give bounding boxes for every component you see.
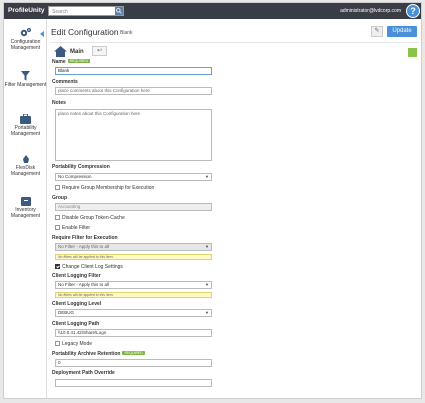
require-filter-select[interactable]: No Filter - Apply this to all ▼ bbox=[55, 243, 212, 251]
require-group-membership-label: Require Group Membership for Execution bbox=[62, 185, 155, 191]
comments-field[interactable]: place comments about this Configuration … bbox=[55, 87, 212, 95]
change-client-log-checkbox[interactable]: Change Client Log Settings bbox=[55, 264, 123, 270]
briefcase-icon bbox=[20, 114, 31, 124]
app-window: ProfileUnity Search administrator@lvdcor… bbox=[3, 2, 422, 399]
search-icon[interactable] bbox=[115, 7, 123, 15]
name-field[interactable]: Blank bbox=[55, 67, 212, 75]
require-filter-value: No Filter - Apply this to all bbox=[58, 244, 110, 249]
require-group-membership-checkbox[interactable]: Require Group Membership for Execution bbox=[55, 185, 154, 191]
grid-view-icon[interactable] bbox=[408, 48, 417, 57]
gears-icon bbox=[20, 28, 31, 37]
divider bbox=[51, 42, 419, 43]
chevron-down-icon: ▼ bbox=[205, 174, 209, 179]
legacy-mode-checkbox[interactable]: Legacy Mode bbox=[55, 341, 92, 347]
legacy-mode-label: Legacy Mode bbox=[62, 341, 93, 347]
back-button[interactable]: ↩ bbox=[92, 46, 107, 56]
portability-compression-value: No Compression bbox=[58, 174, 92, 179]
name-label-text: Name bbox=[52, 59, 66, 65]
change-client-log-label: Change Client Log Settings bbox=[62, 264, 123, 270]
require-filter-warning: No filters will be applied to this item. bbox=[55, 254, 212, 260]
portability-archive-label-text: Portability Archive Retention bbox=[52, 351, 121, 357]
name-label: Name REQUIRED bbox=[52, 59, 91, 65]
required-badge: REQUIRED bbox=[67, 59, 91, 63]
top-bar: ProfileUnity Search administrator@lvdcor… bbox=[4, 3, 421, 19]
portability-compression-select[interactable]: No Compression ▼ bbox=[55, 173, 212, 181]
checkbox-box[interactable] bbox=[55, 185, 60, 190]
enable-filter-label: Enable Filter bbox=[62, 225, 91, 231]
checkbox-box[interactable] bbox=[55, 341, 60, 346]
client-logging-level-label: Client Logging Level bbox=[52, 301, 102, 307]
client-logging-filter-value: No Filter - Apply this to all bbox=[58, 282, 110, 287]
client-logging-filter-warning: No filters will be applied to this item. bbox=[55, 292, 212, 298]
tab-main[interactable]: Main bbox=[70, 49, 84, 55]
comments-label: Comments bbox=[52, 79, 78, 85]
portability-archive-label: Portability Archive Retention REQUIRED bbox=[52, 351, 145, 357]
search-input[interactable]: Search bbox=[48, 6, 124, 16]
checkbox-box[interactable] bbox=[55, 264, 60, 269]
deployment-path-field[interactable] bbox=[55, 379, 212, 387]
client-logging-level-value: DEBUG bbox=[58, 310, 75, 315]
filter-icon bbox=[21, 71, 30, 81]
client-logging-path-field[interactable]: \\10.0.41.42\Share\Logs bbox=[55, 329, 212, 337]
user-email[interactable]: administrator@lvdcorp.com bbox=[340, 8, 401, 14]
sidebar-item-flexdisk[interactable]: FlexDisk Management bbox=[4, 155, 47, 177]
sidebar-item-configuration[interactable]: Configuration Management bbox=[4, 27, 47, 51]
notes-label: Notes bbox=[52, 100, 66, 106]
deployment-path-label: Deployment Path Override bbox=[52, 370, 115, 376]
client-logging-level-select[interactable]: DEBUG ▼ bbox=[55, 309, 212, 317]
page-title: Edit Configuration bbox=[51, 27, 119, 37]
group-field[interactable]: Accounting bbox=[55, 203, 212, 211]
sidebar-item-label: Inventory Management bbox=[10, 207, 41, 219]
checkbox-box[interactable] bbox=[55, 225, 60, 230]
disable-group-token-label: Disable Group Token-Cache bbox=[62, 215, 125, 221]
notes-field[interactable]: place notes about this Configuration her… bbox=[55, 109, 212, 161]
config-name-subtitle: Blank bbox=[120, 30, 133, 36]
sidebar-item-label: Portability Management bbox=[10, 125, 41, 137]
sidebar-item-filter[interactable]: Filter Management bbox=[4, 71, 47, 88]
chevron-down-icon: ▼ bbox=[205, 282, 209, 287]
group-label: Group bbox=[52, 195, 67, 201]
disable-group-token-checkbox[interactable]: Disable Group Token-Cache bbox=[55, 215, 125, 221]
flexdisk-icon bbox=[22, 155, 29, 163]
pin-button[interactable]: ✎ bbox=[371, 26, 383, 37]
sidebar-item-label: Filter Management bbox=[4, 82, 47, 88]
client-logging-filter-select[interactable]: No Filter - Apply this to all ▼ bbox=[55, 281, 212, 289]
sidebar-item-portability[interactable]: Portability Management bbox=[4, 114, 47, 137]
required-badge: REQUIRED bbox=[122, 351, 145, 355]
require-filter-label: Require Filter for Execution bbox=[52, 235, 118, 241]
chevron-down-icon: ▼ bbox=[205, 244, 209, 249]
sidebar-item-label: Configuration Management bbox=[10, 39, 41, 51]
client-logging-filter-label: Client Logging Filter bbox=[52, 273, 101, 279]
checkbox-box[interactable] bbox=[55, 215, 60, 220]
brand-logo: ProfileUnity bbox=[8, 7, 45, 14]
client-logging-path-label: Client Logging Path bbox=[52, 321, 100, 327]
home-icon[interactable] bbox=[54, 46, 67, 57]
portability-archive-field[interactable]: 0 bbox=[55, 359, 212, 367]
sidebar-item-inventory[interactable]: Inventory Management bbox=[4, 197, 47, 219]
portability-compression-label: Portability Compression bbox=[52, 164, 110, 170]
search-placeholder: Search bbox=[52, 9, 68, 15]
sidebar: Configuration Management Filter Manageme… bbox=[4, 19, 47, 398]
enable-filter-checkbox[interactable]: Enable Filter bbox=[55, 225, 90, 231]
inventory-icon bbox=[20, 197, 31, 206]
help-icon[interactable]: ? bbox=[406, 4, 420, 18]
sidebar-item-label: FlexDisk Management bbox=[10, 165, 41, 177]
update-button[interactable]: Update bbox=[387, 26, 417, 37]
chevron-down-icon: ▼ bbox=[205, 310, 209, 315]
